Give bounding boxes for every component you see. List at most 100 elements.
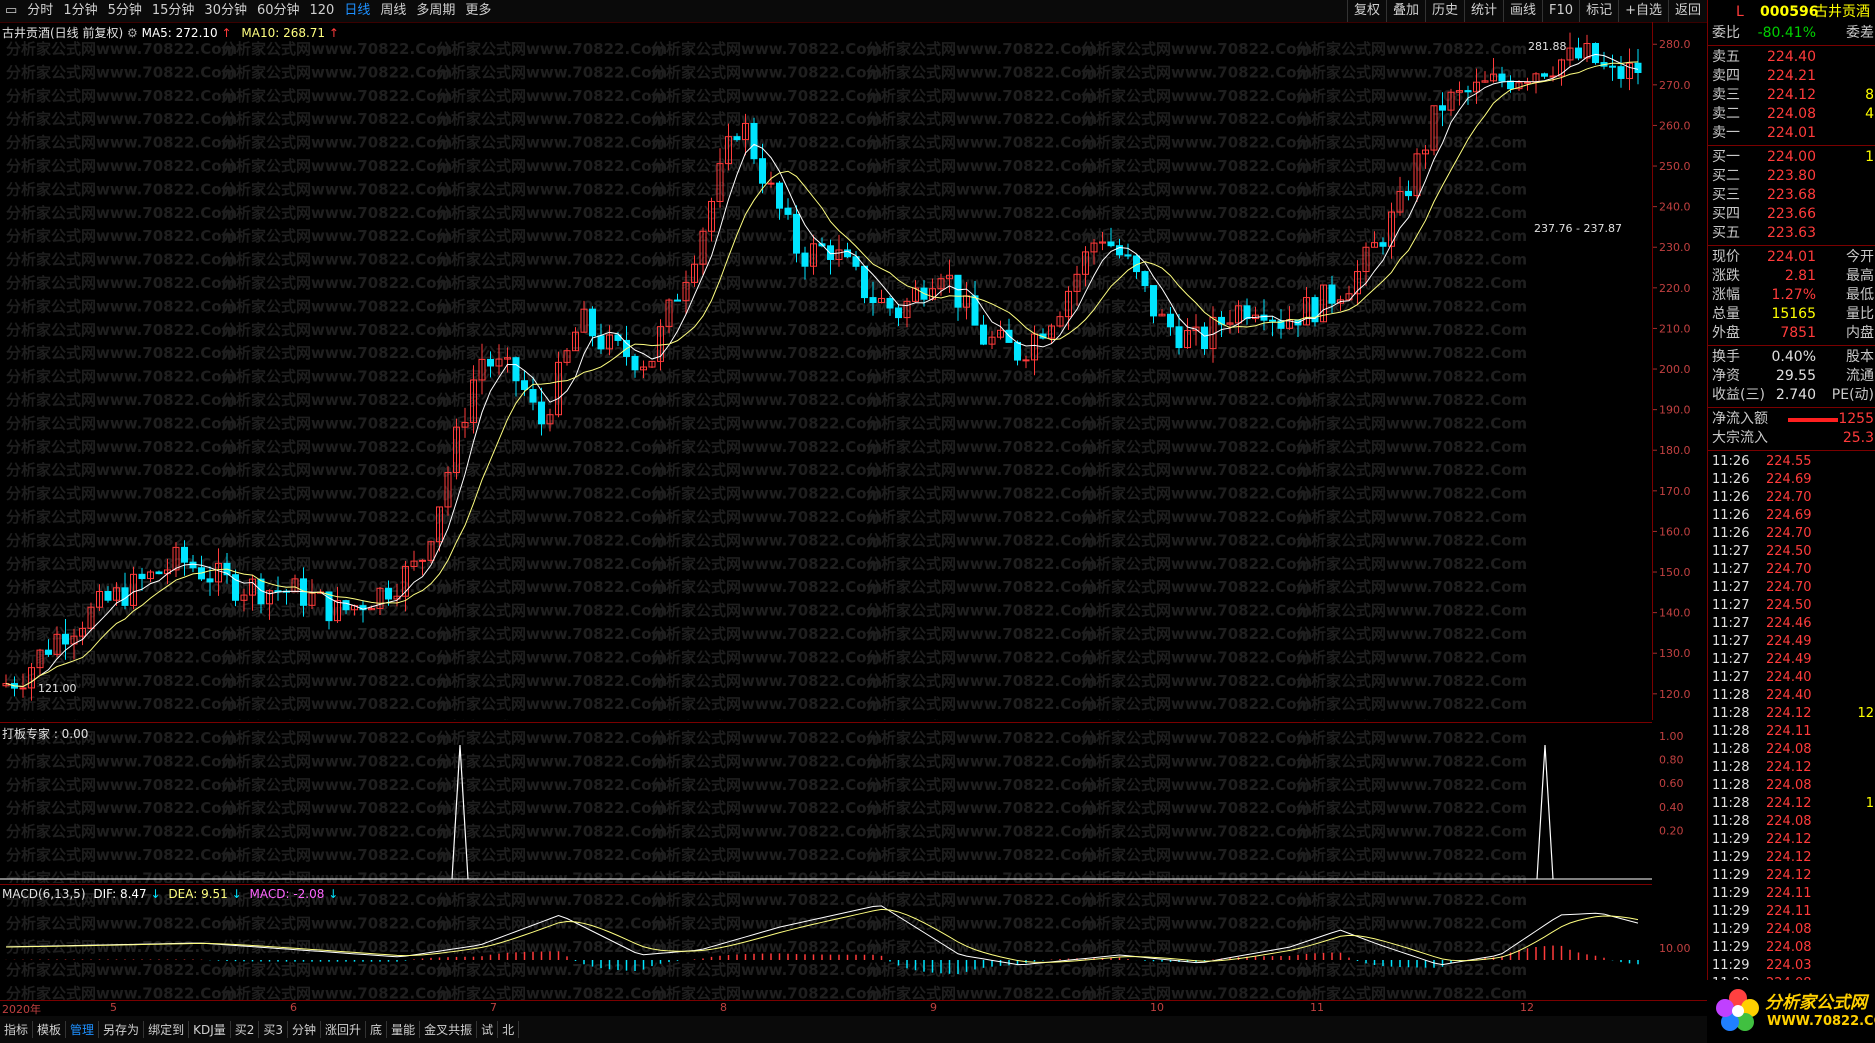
macd-panel[interactable]: 分析家公式网www.70822.Com 分析家公式网www.70822.Com 分析… bbox=[0, 884, 1652, 1003]
tick-row-20[interactable]: 11:28 224.08 bbox=[1708, 813, 1875, 831]
info-label: 换手 bbox=[1712, 349, 1740, 365]
bottom-tab-14[interactable]: 北 bbox=[498, 1021, 520, 1038]
watermark-text: 分析家公式网www.70822.Com bbox=[6, 648, 237, 666]
tick-row-26[interactable]: 11:29 224.08 bbox=[1708, 921, 1875, 939]
period-tab-5[interactable]: 60分钟 bbox=[252, 0, 305, 22]
tick-row-10[interactable]: 11:27 224.49 bbox=[1708, 633, 1875, 651]
watermark-text: 分析家公式网www.70822.Com bbox=[866, 508, 1097, 526]
bottom-tab-1[interactable]: 模板 bbox=[33, 1021, 67, 1038]
tick-row-3[interactable]: 11:26 224.69 bbox=[1708, 507, 1875, 525]
bottom-tab-5[interactable]: KDJ量 bbox=[189, 1021, 231, 1038]
tick-row-13[interactable]: 11:28 224.40 bbox=[1708, 687, 1875, 705]
bottom-tab-10[interactable]: 底 bbox=[366, 1021, 388, 1038]
watermark-text: 分析家公式网www.70822.Com bbox=[866, 719, 1097, 720]
kline-chart[interactable]: 分析家公式网www.70822.Com 分析家公式网www.70822.Com 分析… bbox=[0, 22, 1653, 737]
tick-row-2[interactable]: 11:26 224.70 bbox=[1708, 489, 1875, 507]
watermark-text: 分析家公式网www.70822.Com bbox=[651, 438, 882, 456]
tick-row-16[interactable]: 11:28 224.08 bbox=[1708, 741, 1875, 759]
watermark-text: 分析家公式网www.70822.Com bbox=[436, 157, 667, 175]
bottom-tab-3[interactable]: 另存为 bbox=[99, 1021, 145, 1038]
tick-row-1[interactable]: 11:26 224.69 bbox=[1708, 471, 1875, 489]
tick-row-17[interactable]: 11:28 224.12 bbox=[1708, 759, 1875, 777]
tick-row-15[interactable]: 11:28 224.11 bbox=[1708, 723, 1875, 741]
period-tab-6[interactable]: 120 bbox=[305, 0, 340, 22]
tick-list[interactable]: 11:26 224.55 11:26 224.69 11:26 224.70 11:26 22… bbox=[1708, 453, 1875, 993]
indicator1-title: 打板专家 : 0.00 bbox=[2, 727, 89, 741]
watermark-text: 分析家公式网www.70822.Com bbox=[1296, 485, 1527, 503]
quote-label: 总量 bbox=[1712, 306, 1740, 322]
period-tab-3[interactable]: 15分钟 bbox=[147, 0, 200, 22]
tick-row-27[interactable]: 11:29 224.08 bbox=[1708, 939, 1875, 957]
watermark-text: 分析家公式网www.70822.Com bbox=[6, 531, 237, 549]
period-tab-1[interactable]: 1分钟 bbox=[58, 0, 102, 22]
watermark-text: 分析家公式网www.70822.Com bbox=[866, 625, 1097, 643]
tick-row-23[interactable]: 11:29 224.12 bbox=[1708, 867, 1875, 885]
bottom-tab-11[interactable]: 量能 bbox=[387, 1021, 421, 1038]
tick-row-22[interactable]: 11:29 224.12 bbox=[1708, 849, 1875, 867]
bottom-tab-12[interactable]: 金叉共振 bbox=[420, 1021, 478, 1038]
tick-row-4[interactable]: 11:26 224.70 bbox=[1708, 525, 1875, 543]
period-tab-7[interactable]: 日线 bbox=[339, 0, 375, 22]
watermark-text: 分析家公式网www.70822.Com bbox=[221, 985, 452, 1000]
toolbar-tool-6[interactable]: 标记 bbox=[1579, 0, 1618, 22]
tick-row-18[interactable]: 11:28 224.08 bbox=[1708, 777, 1875, 795]
bottom-tab-2[interactable]: 管理 bbox=[66, 1021, 100, 1038]
watermark-text: 分析家公式网www.70822.Com bbox=[221, 368, 452, 386]
watermark-text: 分析家公式网www.70822.Com bbox=[1081, 695, 1312, 713]
watermark-text: 分析家公式网www.70822.Com bbox=[651, 344, 882, 362]
bottom-tab-7[interactable]: 买3 bbox=[259, 1021, 289, 1038]
toolbar-tool-7[interactable]: +自选 bbox=[1618, 0, 1668, 22]
date-label-4: 8 bbox=[720, 1001, 727, 1014]
toolbar-tool-3[interactable]: 统计 bbox=[1464, 0, 1503, 22]
tick-row-6[interactable]: 11:27 224.70 bbox=[1708, 561, 1875, 579]
bottom-tab-13[interactable]: 试 bbox=[477, 1021, 499, 1038]
settings-icon[interactable]: ⚙ bbox=[127, 26, 138, 40]
tick-row-14[interactable]: 11:28 224.12 12 bbox=[1708, 705, 1875, 723]
bottom-tab-8[interactable]: 分钟 bbox=[288, 1021, 322, 1038]
tick-row-5[interactable]: 11:27 224.50 bbox=[1708, 543, 1875, 561]
tick-row-19[interactable]: 11:28 224.12 1 bbox=[1708, 795, 1875, 813]
tick-row-0[interactable]: 11:26 224.55 bbox=[1708, 453, 1875, 471]
tick-row-21[interactable]: 11:29 224.12 bbox=[1708, 831, 1875, 849]
toolbar-menu-icon[interactable]: ▭ bbox=[0, 0, 22, 22]
toolbar-tool-2[interactable]: 历史 bbox=[1424, 0, 1464, 22]
tick-row-9[interactable]: 11:27 224.46 bbox=[1708, 615, 1875, 633]
tick-row-24[interactable]: 11:29 224.11 bbox=[1708, 885, 1875, 903]
toolbar-tool-0[interactable]: 复权 bbox=[1346, 0, 1386, 22]
period-tab-10[interactable]: 更多 bbox=[460, 0, 496, 22]
bottom-tab-4[interactable]: 绑定到 bbox=[144, 1021, 190, 1038]
period-tab-8[interactable]: 周线 bbox=[375, 0, 411, 22]
tick-row-28[interactable]: 11:29 224.03 bbox=[1708, 957, 1875, 975]
tick-row-11[interactable]: 11:27 224.49 bbox=[1708, 651, 1875, 669]
quote-label: 涨幅 bbox=[1712, 287, 1740, 303]
bottom-tab-9[interactable]: 涨回升 bbox=[321, 1021, 367, 1038]
tick-time: 11:29 bbox=[1712, 832, 1750, 847]
tick-time: 11:27 bbox=[1712, 616, 1750, 631]
tick-row-8[interactable]: 11:27 224.50 bbox=[1708, 597, 1875, 615]
tick-time: 11:27 bbox=[1712, 652, 1750, 667]
indicator-panel-1[interactable]: 分析家公式网www.70822.Com 分析家公式网www.70822.Com 分析… bbox=[0, 722, 1652, 887]
bottom-tab-6[interactable]: 买2 bbox=[231, 1021, 260, 1038]
watermark-text: 分析家公式网www.70822.Com bbox=[436, 891, 667, 909]
quote-label: 外盘 bbox=[1712, 325, 1740, 341]
toolbar-tool-5[interactable]: F10 bbox=[1542, 0, 1579, 22]
quote-ext: 量比 bbox=[1846, 306, 1874, 322]
toolbar-tool-8[interactable]: 返回 bbox=[1667, 0, 1707, 22]
period-tab-0[interactable]: 分时 bbox=[22, 0, 58, 22]
toolbar-tool-4[interactable]: 画线 bbox=[1503, 0, 1542, 22]
tick-row-12[interactable]: 11:27 224.40 bbox=[1708, 669, 1875, 687]
candle-body bbox=[1617, 66, 1625, 79]
bottom-tab-0[interactable]: 指标 bbox=[0, 1021, 34, 1038]
period-tab-9[interactable]: 多周期 bbox=[411, 0, 460, 22]
period-tab-4[interactable]: 30分钟 bbox=[199, 0, 252, 22]
watermark-text: 分析家公式网www.70822.Com bbox=[651, 799, 882, 817]
watermark-text: 分析家公式网www.70822.Com bbox=[1081, 391, 1312, 409]
tick-row-25[interactable]: 11:29 224.11 bbox=[1708, 903, 1875, 921]
tick-row-7[interactable]: 11:27 224.70 bbox=[1708, 579, 1875, 597]
period-tab-2[interactable]: 5分钟 bbox=[103, 0, 147, 22]
toolbar-tool-1[interactable]: 叠加 bbox=[1385, 0, 1425, 22]
sell-row-3: 卖二 224.08 4 bbox=[1708, 105, 1875, 124]
date-label-7: 11 bbox=[1310, 1001, 1324, 1014]
watermark-text: 分析家公式网www.70822.Com bbox=[436, 799, 667, 817]
watermark-text: 分析家公式网www.70822.Com bbox=[1296, 251, 1527, 269]
